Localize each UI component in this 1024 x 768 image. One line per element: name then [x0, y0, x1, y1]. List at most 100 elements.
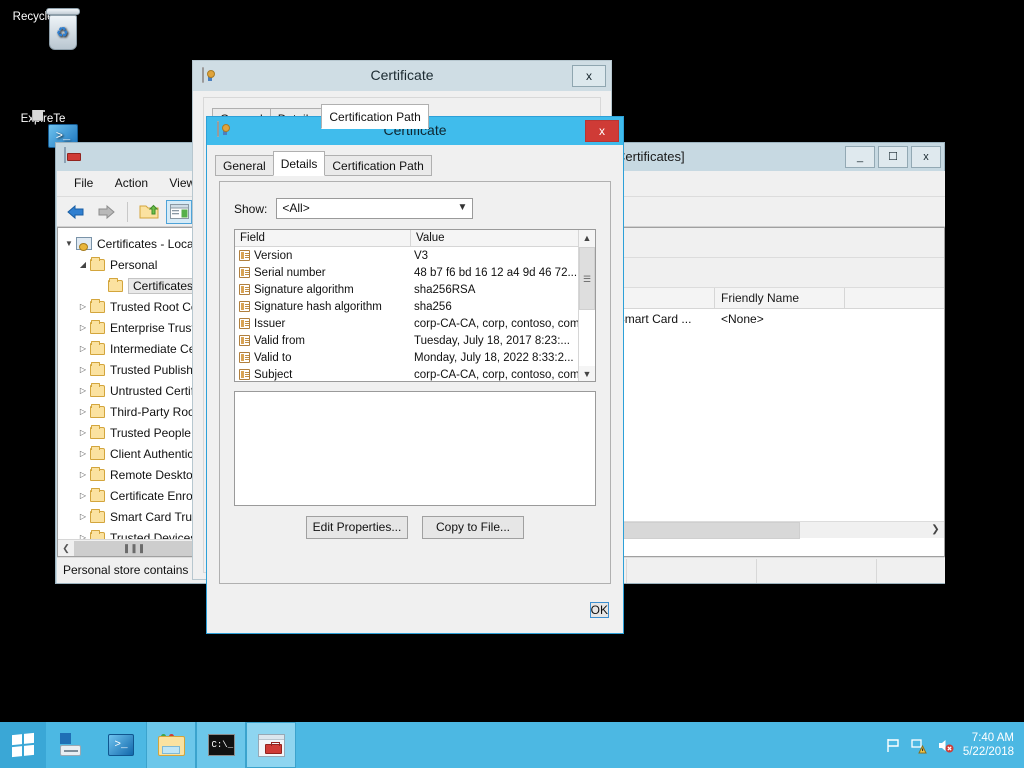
menu-action[interactable]: Action	[106, 171, 157, 195]
expand-icon[interactable]: ▷	[76, 470, 90, 479]
cell-field: Issuer	[254, 318, 414, 330]
table-row[interactable]: Valid to Monday, July 18, 2022 8:33:2...	[235, 349, 595, 366]
minimize-button[interactable]: _	[845, 146, 875, 168]
taskbar-item-server-manager[interactable]	[46, 722, 96, 768]
table-row[interactable]: Signature algorithm sha256RSA	[235, 281, 595, 298]
tab-certification-path[interactable]: Certification Path	[321, 104, 428, 129]
details-action-buttons: Edit Properties... Copy to File...	[234, 516, 596, 539]
scrollbar-thumb[interactable]: ☰	[579, 247, 595, 310]
expand-icon[interactable]: ▷	[76, 344, 90, 353]
folder-icon	[90, 469, 105, 481]
copy-to-file-button[interactable]: Copy to File...	[422, 516, 524, 539]
expand-icon[interactable]: ◢	[76, 260, 90, 269]
volume-muted-icon[interactable]	[937, 737, 954, 754]
table-row[interactable]: Issuer corp-CA-CA, corp, contoso, com	[235, 315, 595, 332]
cell-value: 48 b7 f6 bd 16 12 a4 9d 46 72...	[414, 267, 595, 279]
expand-icon[interactable]: ▷	[76, 428, 90, 437]
mmc-window-controls: _ ☐ x	[845, 146, 941, 168]
expand-icon[interactable]: ▷	[76, 407, 90, 416]
fields-vertical-scrollbar[interactable]: ▲ ☰ ▼	[578, 230, 595, 382]
certificate-field-icon	[239, 250, 250, 261]
tab-general[interactable]: General	[215, 155, 274, 176]
expand-icon[interactable]: ▼	[62, 239, 76, 248]
close-button[interactable]: x	[911, 146, 941, 168]
status-cell-2	[627, 559, 757, 583]
tree-item-label: Client Authentica	[110, 447, 200, 461]
column-header-field[interactable]: Field	[235, 230, 411, 246]
desktop: ♻ Recycle Bin >_ ExpireTe Certificates] …	[0, 0, 1024, 768]
scroll-right-icon[interactable]: ❯	[927, 522, 944, 539]
taskbar-item-mmc-console[interactable]	[246, 722, 296, 768]
taskbar-item-command-prompt[interactable]: C:\_	[196, 722, 246, 768]
tree-item-label: Untrusted Certific	[110, 384, 203, 398]
cell-friendly-name: <None>	[715, 309, 845, 330]
table-row[interactable]: Subject corp-CA-CA, corp, contoso, com	[235, 366, 595, 382]
cell-value: corp-CA-CA, corp, contoso, com	[414, 318, 595, 330]
folder-icon	[90, 427, 105, 439]
powershell-icon: >_	[108, 734, 134, 756]
ok-button[interactable]: OK	[590, 602, 609, 618]
expand-icon[interactable]: ▷	[76, 302, 90, 311]
cell-value: corp-CA-CA, corp, contoso, com	[414, 369, 595, 381]
tree-item-label: Certificates	[128, 278, 198, 294]
certificate-field-icon	[239, 352, 250, 363]
table-row[interactable]: Version V3	[235, 247, 595, 264]
certificate-fields-table[interactable]: Field Value Version V3 Serial number 48 …	[234, 229, 596, 382]
expand-icon[interactable]: ▷	[76, 449, 90, 458]
scroll-up-icon[interactable]: ▲	[579, 230, 595, 247]
desktop-icon-recycle-bin[interactable]: ♻ Recycle Bin	[0, 8, 86, 24]
taskbar-clock[interactable]: 7:40 AM 5/22/2018	[963, 731, 1014, 759]
column-header-friendly-name[interactable]: Friendly Name	[715, 288, 845, 308]
certificate-dialog[interactable]: Certificate x General Details Certificat…	[206, 116, 624, 634]
maximize-button[interactable]: ☐	[878, 146, 908, 168]
toolbar-separator	[127, 202, 128, 222]
expand-icon[interactable]: ▷	[76, 386, 90, 395]
certificate-dialog-background-titlebar[interactable]: Certificate x	[193, 61, 611, 91]
cell-field: Signature hash algorithm	[254, 301, 414, 313]
close-button[interactable]: x	[572, 65, 606, 87]
menu-file[interactable]: File	[65, 171, 102, 195]
folder-icon	[90, 385, 105, 397]
taskbar-item-powershell[interactable]: >_	[96, 722, 146, 768]
table-row[interactable]: Valid from Tuesday, July 18, 2017 8:23:.…	[235, 332, 595, 349]
desktop-icon-expire-test-script[interactable]: >_ ExpireTe	[0, 110, 86, 126]
console-tree-icon[interactable]	[166, 200, 192, 224]
tree-item-label: Intermediate Cert	[110, 342, 203, 356]
tab-list: General Details Certification Path	[215, 151, 431, 176]
scrollbar-thumb[interactable]: ❚❚❚	[74, 541, 194, 556]
back-arrow-icon[interactable]	[63, 200, 89, 224]
cell-field: Valid from	[254, 335, 414, 347]
show-label: Show:	[234, 202, 267, 216]
scroll-left-icon[interactable]: ❮	[58, 541, 74, 556]
expand-icon[interactable]: ▷	[76, 365, 90, 374]
folder-up-icon[interactable]	[136, 200, 162, 224]
network-warning-icon[interactable]	[911, 737, 928, 754]
forward-arrow-icon[interactable]	[93, 200, 119, 224]
taskbar-item-file-explorer[interactable]	[146, 722, 196, 768]
column-header-value[interactable]: Value	[411, 230, 595, 246]
system-tray: 7:40 AM 5/22/2018	[885, 731, 1024, 759]
show-dropdown-value: <All>	[282, 201, 309, 215]
tab-details[interactable]: Details	[273, 151, 326, 176]
details-tab-page: Show: <All> ▼ Field Value Version	[219, 181, 611, 584]
show-dropdown[interactable]: <All> ▼	[276, 198, 473, 219]
close-button[interactable]: x	[585, 120, 619, 142]
edit-properties-button[interactable]: Edit Properties...	[306, 516, 408, 539]
certificate-field-icon	[239, 369, 250, 380]
tree-item-label: Third-Party Root	[110, 405, 198, 419]
expand-icon[interactable]: ▷	[76, 512, 90, 521]
table-row[interactable]: Signature hash algorithm sha256	[235, 298, 595, 315]
expand-icon[interactable]: ▷	[76, 323, 90, 332]
tree-item-label: Trusted Root Cer	[110, 300, 202, 314]
certificate-field-icon	[239, 301, 250, 312]
flag-action-center-icon[interactable]	[885, 737, 902, 754]
clock-date: 5/22/2018	[963, 745, 1014, 759]
table-row[interactable]: Serial number 48 b7 f6 bd 16 12 a4 9d 46…	[235, 264, 595, 281]
start-button[interactable]	[0, 722, 46, 768]
certificate-field-icon	[239, 284, 250, 295]
tree-item-label: Trusted People	[110, 426, 191, 440]
tab-certification-path[interactable]: Certification Path	[324, 155, 431, 176]
scroll-down-icon[interactable]: ▼	[579, 366, 595, 382]
expand-icon[interactable]: ▷	[76, 491, 90, 500]
field-value-textarea[interactable]	[234, 391, 596, 506]
